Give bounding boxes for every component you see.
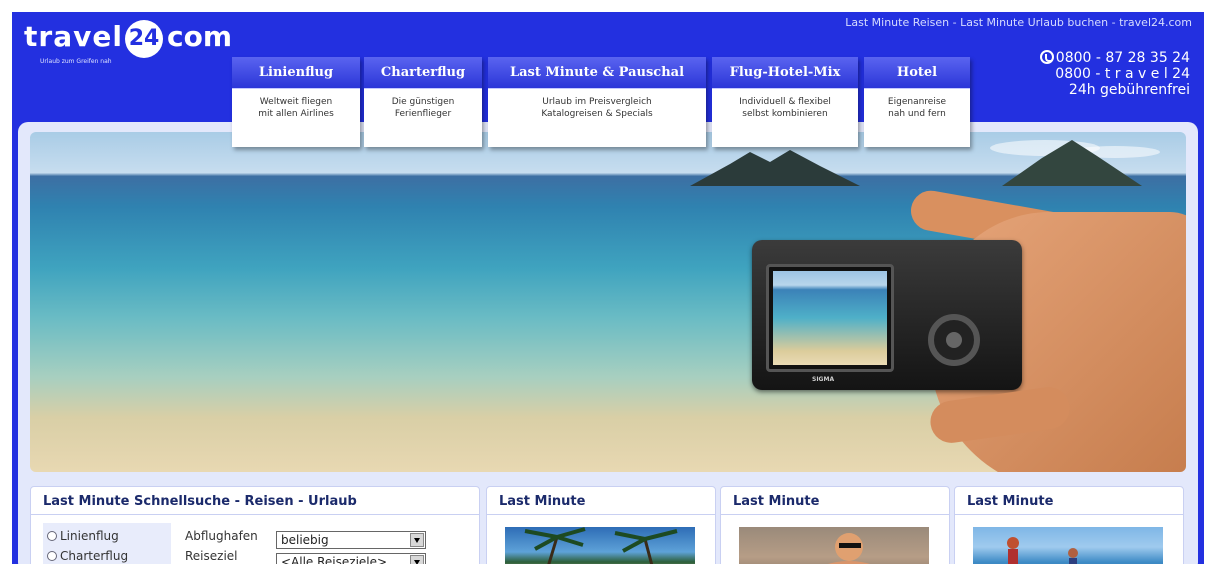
radio-charterflug[interactable]: Charterflug [47,549,128,563]
tab-description: Urlaub im Preisvergleich Katalogreisen &… [541,97,653,119]
hotline: 0800 - 87 28 35 24 0800 - t r a v e l 24… [1039,50,1190,98]
logo-number-badge: 24 [125,20,163,58]
tab-hotel[interactable]: Hotel Eigenanreise nah und fern [864,57,970,147]
tab-label: Linienflug [232,57,360,89]
tab-label: Last Minute & Pauschal [488,57,706,89]
tab-linienflug[interactable]: Linienflug Weltweit fliegen mit allen Ai… [232,57,360,147]
camera-screen [766,264,894,372]
offer-image-palm-beach[interactable] [505,527,695,564]
destination-select[interactable]: <Alle Reiseziele> [276,553,426,564]
person-icon [827,533,871,564]
last-minute-box[interactable]: Last Minute [486,486,716,564]
logo-word: travel [24,20,123,53]
header-tagline: Last Minute Reisen - Last Minute Urlaub … [845,16,1192,29]
destination-label: Reiseziel [185,549,238,563]
camera-screen-image [773,271,887,365]
hotline-line-1: 0800 - 87 28 35 24 [1039,50,1190,66]
tab-description: Die günstigen Ferienflieger [391,97,455,119]
logo-com: com [167,20,233,53]
camera-dial [928,314,980,366]
island-left [690,150,860,186]
tab-description: Individuell & flexibel selbst kombiniere… [739,97,831,119]
tab-description: Eigenanreise nah und fern [887,97,947,119]
hero-beach-image: SIGMA [30,132,1186,472]
quick-search-title: Last Minute Schnellsuche - Reisen - Urla… [31,487,479,515]
phone-icon [1039,50,1054,64]
offer-image-beach-people[interactable] [973,527,1163,564]
tab-flug-hotel-mix[interactable]: Flug-Hotel-Mix Individuell & flexibel se… [712,57,858,147]
tab-label: Flug-Hotel-Mix [712,57,858,89]
tab-description: Weltweit fliegen mit allen Airlines [258,97,334,119]
logo-slogan: Urlaub zum Greifen nah [40,58,112,65]
people-icon [1007,537,1078,564]
chevron-down-icon [410,533,424,547]
last-minute-box[interactable]: Last Minute [720,486,950,564]
radio-linienflug[interactable]: Linienflug [47,529,119,543]
hotline-line-3: 24h gebührenfrei [1068,82,1190,98]
departure-select[interactable]: beliebig [276,531,426,549]
camera-brand: SIGMA [812,376,835,383]
last-minute-box[interactable]: Last Minute [954,486,1184,564]
last-minute-title: Last Minute [955,487,1183,515]
camera: SIGMA [752,240,1022,390]
island-right [1002,140,1142,186]
radio-icon [47,551,57,561]
tab-last-minute-pauschal[interactable]: Last Minute & Pauschal Urlaub im Preisve… [488,57,706,147]
chevron-down-icon [410,555,424,564]
palm-tree-icon [524,527,678,564]
departure-label: Abflughafen [185,529,258,543]
hotline-line-2: 0800 - t r a v e l 24 [1055,66,1190,82]
last-minute-title: Last Minute [721,487,949,515]
tab-label: Hotel [864,57,970,89]
offer-image-sunbather[interactable] [739,527,929,564]
last-minute-title: Last Minute [487,487,715,515]
tab-label: Charterflug [364,57,482,89]
page-frame: travel 24 com Urlaub zum Greifen nah Las… [12,12,1204,564]
quick-search-box: Last Minute Schnellsuche - Reisen - Urla… [30,486,480,564]
tab-charterflug[interactable]: Charterflug Die günstigen Ferienflieger [364,57,482,147]
radio-icon [47,531,57,541]
